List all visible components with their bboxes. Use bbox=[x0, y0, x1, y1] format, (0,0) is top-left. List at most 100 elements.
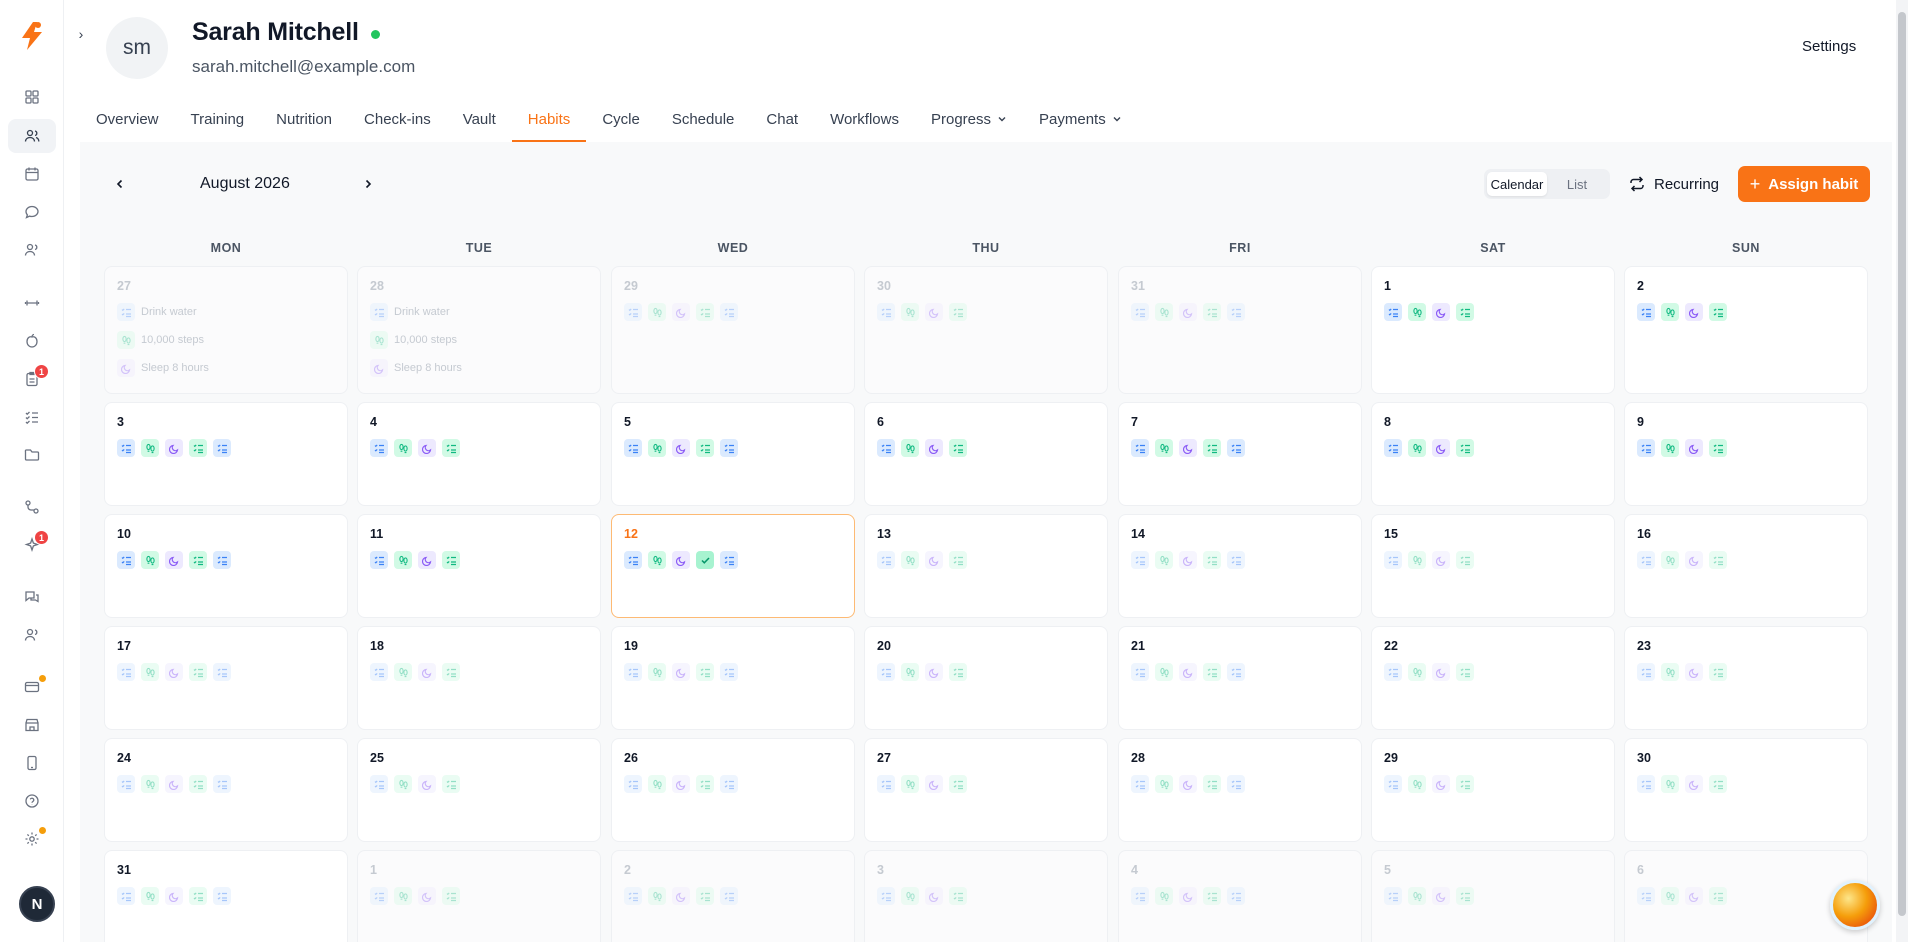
prev-month-button[interactable] bbox=[110, 174, 130, 194]
community-icon[interactable] bbox=[8, 618, 56, 652]
checklist-icon[interactable] bbox=[370, 439, 388, 457]
chat-icon[interactable] bbox=[8, 580, 56, 614]
habit-row[interactable]: Drink water bbox=[117, 303, 209, 321]
checklist-icon[interactable] bbox=[1637, 775, 1655, 793]
checklist-icon[interactable] bbox=[1203, 439, 1221, 457]
checklist-icon[interactable] bbox=[1709, 303, 1727, 321]
checklist-icon[interactable] bbox=[949, 551, 967, 569]
next-month-button[interactable] bbox=[358, 174, 378, 194]
checklist-icon[interactable] bbox=[1131, 303, 1149, 321]
checklist-icon[interactable] bbox=[1131, 551, 1149, 569]
checklist-icon[interactable] bbox=[1203, 887, 1221, 905]
day-cell[interactable]: 31 bbox=[1118, 266, 1362, 394]
checklist-icon[interactable] bbox=[877, 663, 895, 681]
footsteps-icon[interactable] bbox=[1661, 663, 1679, 681]
checklist-icon[interactable] bbox=[1456, 887, 1474, 905]
checklist-icon[interactable] bbox=[1227, 551, 1245, 569]
tab-schedule[interactable]: Schedule bbox=[656, 96, 751, 142]
footsteps-icon[interactable] bbox=[1408, 887, 1426, 905]
day-cell[interactable]: 30 bbox=[864, 266, 1108, 394]
checklist-icon[interactable] bbox=[442, 887, 460, 905]
messages-icon[interactable] bbox=[8, 195, 56, 229]
checklist-icon[interactable] bbox=[117, 887, 135, 905]
day-cell[interactable]: 28 Drink water 10,000 steps Sleep 8 hour… bbox=[357, 266, 601, 394]
footsteps-icon[interactable] bbox=[648, 663, 666, 681]
checklist-icon[interactable] bbox=[720, 887, 738, 905]
day-cell[interactable]: 10 bbox=[104, 514, 348, 618]
checklist-icon[interactable] bbox=[189, 551, 207, 569]
moon-icon[interactable] bbox=[1432, 439, 1450, 457]
footsteps-icon[interactable] bbox=[394, 551, 412, 569]
footsteps-icon[interactable] bbox=[901, 303, 919, 321]
workout-icon[interactable] bbox=[8, 286, 56, 320]
footsteps-icon[interactable] bbox=[394, 887, 412, 905]
checklist-icon[interactable] bbox=[949, 887, 967, 905]
footsteps-icon[interactable] bbox=[1661, 303, 1679, 321]
store-icon[interactable] bbox=[8, 708, 56, 742]
moon-icon[interactable] bbox=[925, 439, 943, 457]
footsteps-icon[interactable] bbox=[1155, 303, 1173, 321]
checklist-icon[interactable] bbox=[189, 775, 207, 793]
footsteps-icon[interactable] bbox=[141, 439, 159, 457]
view-list-button[interactable]: List bbox=[1547, 172, 1607, 196]
moon-icon[interactable] bbox=[1432, 775, 1450, 793]
checklist-icon[interactable] bbox=[1131, 663, 1149, 681]
ai-sparkle-icon[interactable]: 1 bbox=[8, 528, 56, 562]
habit-row[interactable]: Sleep 8 hours bbox=[117, 359, 209, 377]
moon-icon[interactable] bbox=[1432, 551, 1450, 569]
folder-icon[interactable] bbox=[8, 438, 56, 472]
tab-chat[interactable]: Chat bbox=[750, 96, 814, 142]
moon-icon[interactable] bbox=[1432, 303, 1450, 321]
checklist-icon[interactable] bbox=[624, 775, 642, 793]
day-cell[interactable]: 26 bbox=[611, 738, 855, 842]
assistant-launcher-button[interactable] bbox=[1830, 880, 1880, 930]
day-cell[interactable]: 15 bbox=[1371, 514, 1615, 618]
checklist-icon[interactable] bbox=[442, 439, 460, 457]
tab-habits[interactable]: Habits bbox=[511, 96, 587, 142]
scrollbar-thumb[interactable] bbox=[1898, 12, 1906, 916]
dashboard-icon[interactable] bbox=[8, 80, 56, 114]
moon-icon[interactable] bbox=[925, 303, 943, 321]
moon-icon[interactable] bbox=[672, 887, 690, 905]
checklist-icon[interactable] bbox=[213, 887, 231, 905]
checklist-icon[interactable] bbox=[1384, 439, 1402, 457]
moon-icon[interactable] bbox=[672, 439, 690, 457]
moon-icon[interactable] bbox=[1179, 775, 1197, 793]
checklist-icon[interactable] bbox=[1456, 551, 1474, 569]
moon-icon[interactable] bbox=[165, 439, 183, 457]
day-cell[interactable]: 1 bbox=[357, 850, 601, 942]
checklist-icon[interactable] bbox=[370, 887, 388, 905]
checklist-icon[interactable] bbox=[370, 775, 388, 793]
day-cell[interactable]: 14 bbox=[1118, 514, 1362, 618]
day-cell[interactable]: 13 bbox=[864, 514, 1108, 618]
checklist-icon[interactable] bbox=[877, 439, 895, 457]
view-calendar-button[interactable]: Calendar bbox=[1487, 172, 1547, 196]
checklist-icon[interactable] bbox=[1203, 551, 1221, 569]
checklist-icon[interactable] bbox=[877, 887, 895, 905]
checklist-icon[interactable] bbox=[720, 551, 738, 569]
checklist-icon[interactable] bbox=[1456, 439, 1474, 457]
team-icon[interactable] bbox=[8, 233, 56, 267]
moon-icon[interactable] bbox=[1432, 663, 1450, 681]
checklist-icon[interactable] bbox=[442, 551, 460, 569]
day-cell[interactable]: 21 bbox=[1118, 626, 1362, 730]
checklist-icon[interactable] bbox=[696, 439, 714, 457]
footsteps-icon[interactable] bbox=[1661, 887, 1679, 905]
day-cell[interactable]: 2 bbox=[1624, 266, 1868, 394]
checklist-icon[interactable] bbox=[720, 439, 738, 457]
day-cell[interactable]: 5 bbox=[1371, 850, 1615, 942]
checklist-icon[interactable] bbox=[1227, 887, 1245, 905]
moon-icon[interactable] bbox=[925, 663, 943, 681]
day-cell[interactable]: 31 bbox=[104, 850, 348, 942]
checklist-icon[interactable] bbox=[1456, 775, 1474, 793]
moon-icon[interactable] bbox=[1685, 663, 1703, 681]
footsteps-icon[interactable] bbox=[901, 887, 919, 905]
tab-overview[interactable]: Overview bbox=[80, 96, 175, 142]
nutrition-icon[interactable] bbox=[8, 324, 56, 358]
day-cell[interactable]: 19 bbox=[611, 626, 855, 730]
footsteps-icon[interactable] bbox=[901, 439, 919, 457]
checklist-icon[interactable] bbox=[1709, 663, 1727, 681]
moon-icon[interactable] bbox=[1685, 439, 1703, 457]
checklist-icon[interactable] bbox=[189, 663, 207, 681]
checklist-icon[interactable] bbox=[949, 663, 967, 681]
